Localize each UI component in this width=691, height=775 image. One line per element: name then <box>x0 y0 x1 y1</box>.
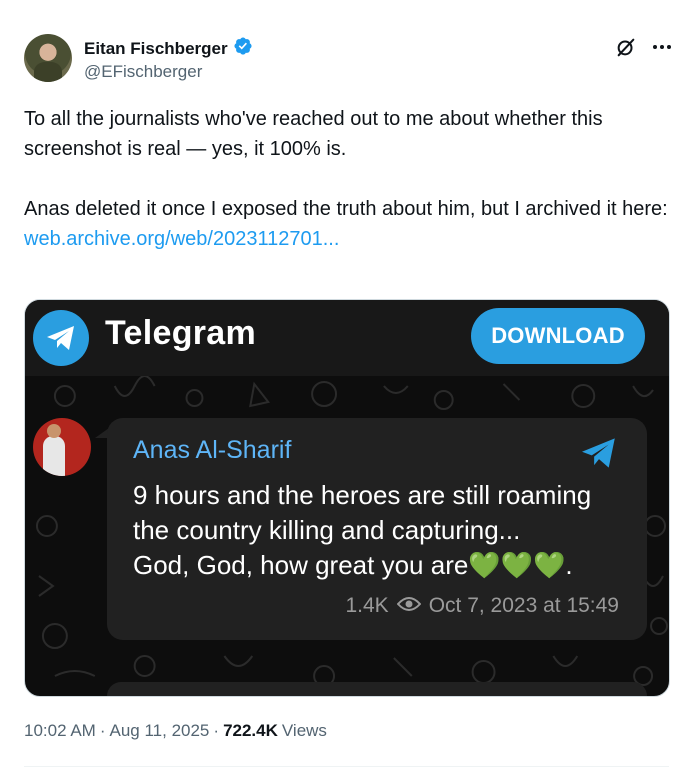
message-line: 9 hours and the heroes are still roaming <box>133 480 592 510</box>
tweet-date[interactable]: Aug 11, 2025 <box>110 721 210 741</box>
message-bubble: Anas Al-Sharif 9 hours and the heroes ar… <box>107 418 647 640</box>
tweet-text: To all the journalists who've reached ou… <box>24 104 669 254</box>
telegram-header: Telegram DOWNLOAD <box>25 300 669 376</box>
message-line: the country killing and capturing... <box>133 515 521 545</box>
message-views: 1.4K <box>345 594 389 617</box>
grok-icon[interactable] <box>615 36 637 58</box>
tweet-actions-top <box>615 36 673 58</box>
tweet-media-image[interactable]: Telegram DOWNLOAD Anas Al-Sharif 9 hours… <box>24 299 670 697</box>
tweet: Eitan Fischberger @EFischberger To all t… <box>0 0 691 775</box>
message-text: 9 hours and the heroes are still roaming… <box>133 478 633 583</box>
author-avatar[interactable] <box>24 34 72 82</box>
archive-link[interactable]: web.archive.org/web/2023112701... <box>24 228 339 250</box>
author-name-row: Eitan Fischberger <box>84 36 253 61</box>
views-count[interactable]: 722.4K <box>223 721 278 741</box>
views-label: Views <box>281 721 327 740</box>
author-display-name[interactable]: Eitan Fischberger <box>84 39 228 59</box>
next-message-partial <box>107 682 647 696</box>
telegram-logo-icon <box>33 310 89 366</box>
tweet-footer: 10:02 AM · Aug 11, 2025 · 722.4K Views <box>24 721 327 741</box>
telegram-title: Telegram <box>105 314 257 352</box>
eye-icon <box>396 594 422 618</box>
download-button: DOWNLOAD <box>471 308 645 364</box>
separator: · <box>99 721 106 740</box>
verified-badge-icon[interactable] <box>233 36 253 61</box>
message-timestamp: Oct 7, 2023 at 15:49 <box>428 594 619 617</box>
tweet-paragraph-2: Anas deleted it once I exposed the truth… <box>24 198 668 220</box>
message-line: God, God, how great you are💚💚💚. <box>133 550 573 580</box>
more-icon[interactable] <box>651 36 673 58</box>
divider <box>24 766 669 767</box>
message-meta: 1.4K Oct 7, 2023 at 15:49 <box>345 594 619 618</box>
channel-avatar <box>33 418 91 476</box>
tweet-paragraph-1: To all the journalists who've reached ou… <box>24 108 603 160</box>
author-handle[interactable]: @EFischberger <box>84 62 202 82</box>
telegram-plane-icon <box>579 436 619 475</box>
channel-name: Anas Al-Sharif <box>133 436 292 464</box>
separator: · <box>213 721 220 740</box>
tweet-time[interactable]: 10:02 AM <box>24 721 96 741</box>
